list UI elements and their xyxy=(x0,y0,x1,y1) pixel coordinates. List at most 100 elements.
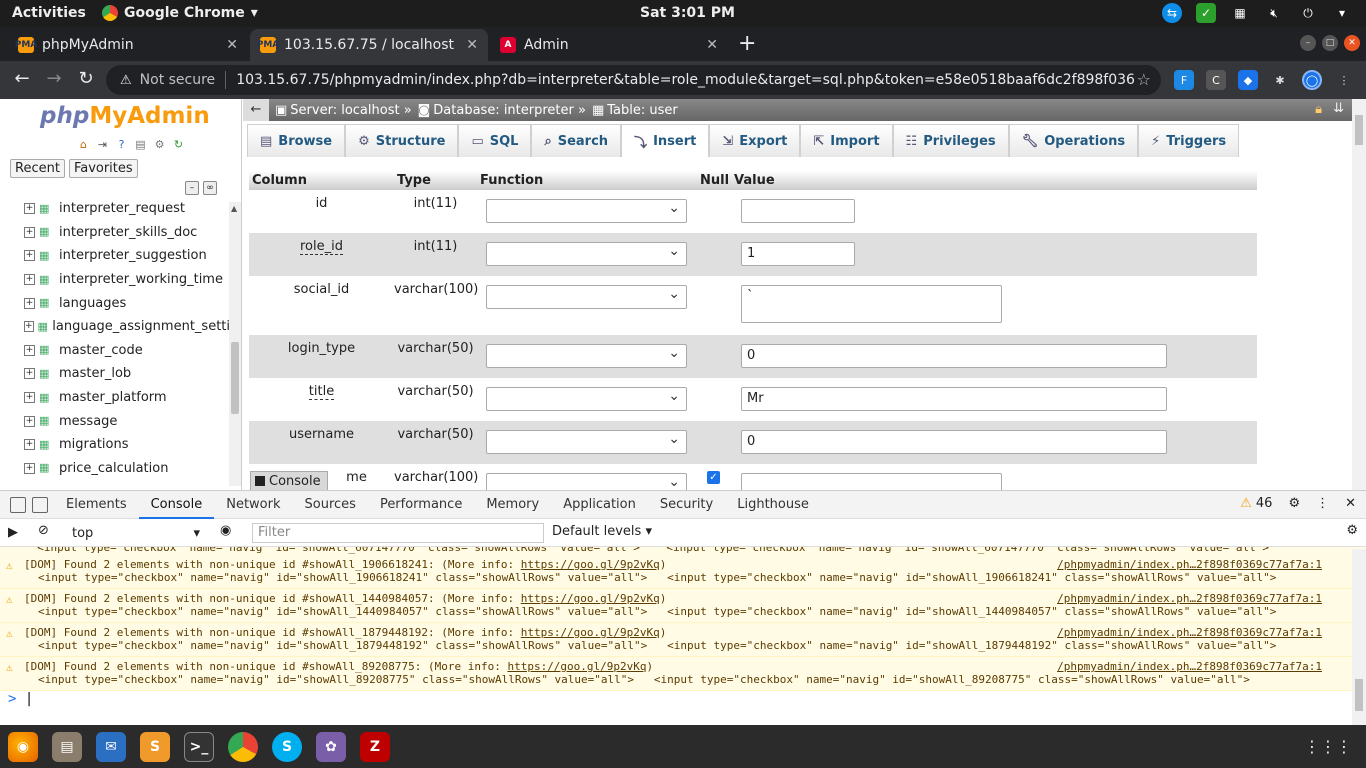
settings-icon[interactable]: ⚙ xyxy=(152,137,167,152)
expand-icon[interactable]: + xyxy=(24,226,35,238)
expand-icon[interactable]: + xyxy=(24,462,35,474)
clear-console-icon[interactable]: ⊘ xyxy=(38,523,49,538)
devtools-tab-application[interactable]: Application xyxy=(551,491,648,519)
page-scrollbar[interactable] xyxy=(1352,99,1366,490)
tree-item[interactable]: + ▦ interpreter_suggestion xyxy=(24,244,230,268)
console-prompt[interactable]: > | xyxy=(0,691,1366,715)
tree-item-label[interactable]: master_platform xyxy=(59,390,167,405)
breadcrumb-database[interactable]: Database: interpreter » xyxy=(433,103,586,118)
scroll-thumb[interactable] xyxy=(231,342,239,414)
address-bar[interactable]: ⚠ Not secure 103.15.67.75/phpmyadmin/ind… xyxy=(106,65,1161,95)
skype-icon[interactable]: S xyxy=(272,732,302,762)
tab-operations[interactable]: 🔧︎ Operations xyxy=(1008,124,1139,157)
collapse-all-icon[interactable]: – xyxy=(185,181,199,195)
logout-icon[interactable]: ⇥ xyxy=(95,137,110,152)
close-icon[interactable]: ✕ xyxy=(706,37,718,53)
console-message[interactable]: ⚠ [DOM] Found 2 elements with non-unique… xyxy=(0,589,1366,623)
expand-icon[interactable]: + xyxy=(24,250,35,262)
menu-icon[interactable]: ⋮ xyxy=(1334,70,1354,90)
chrome-icon[interactable] xyxy=(228,732,258,762)
collapse-nav-icon[interactable]: ← xyxy=(243,99,269,121)
tree-item-label[interactable]: languages xyxy=(59,296,126,311)
tree-item-label[interactable]: interpreter_working_time xyxy=(59,272,223,287)
tab-active-table[interactable]: PMA 103.15.67.75 / localhost / i ✕ xyxy=(250,29,488,61)
tree-item[interactable]: + ▦ master_lob xyxy=(24,362,230,386)
breadcrumb-table[interactable]: Table: user xyxy=(607,103,677,118)
close-icon[interactable]: ✕ xyxy=(1345,496,1356,511)
tree-item[interactable]: + ▦ master_code xyxy=(24,339,230,363)
console-scrollbar[interactable] xyxy=(1352,549,1366,725)
filter-input[interactable]: Filter xyxy=(252,523,544,543)
network-icon[interactable]: ▦ xyxy=(1230,3,1250,23)
function-select[interactable] xyxy=(486,285,687,309)
message-source-link[interactable]: /phpmyadmin/index.ph…2f898f0369c77af7a:1 xyxy=(1057,558,1322,571)
help-icon[interactable]: ? xyxy=(114,137,129,152)
more-icon[interactable]: ⋮ xyxy=(1316,496,1329,511)
star-icon[interactable]: ☆ xyxy=(1137,70,1151,89)
tree-item-label[interactable]: interpreter_suggestion xyxy=(59,248,207,263)
puzzle-icon[interactable]: ✱ xyxy=(1270,70,1290,90)
pma-console-button[interactable]: Console xyxy=(250,471,328,491)
tree-item[interactable]: + ▦ message xyxy=(24,409,230,433)
inspect-icon[interactable] xyxy=(10,496,26,513)
sublime-icon[interactable]: S xyxy=(140,732,170,762)
clock[interactable]: Sat 3:01 PM xyxy=(640,5,735,21)
tree-item-label[interactable]: message xyxy=(59,414,117,429)
devtools-tab-security[interactable]: Security xyxy=(648,491,725,519)
link-icon[interactable]: ∞ xyxy=(203,181,217,195)
expand-icon[interactable]: + xyxy=(24,321,34,333)
filezilla-icon[interactable]: Z xyxy=(360,732,390,762)
pidgin-icon[interactable]: ✿ xyxy=(316,732,346,762)
message-link[interactable]: https://goo.gl/9p2vKq xyxy=(507,660,646,673)
console-message[interactable]: ⚠ [DOM] Found 2 elements with non-unique… xyxy=(0,657,1366,691)
value-input[interactable] xyxy=(741,199,855,223)
extension-icon[interactable]: F xyxy=(1174,70,1194,90)
tab-structure[interactable]: ⚙ Structure xyxy=(345,124,459,157)
devtools-tab-console[interactable]: Console xyxy=(138,491,215,519)
extension-icon[interactable]: C xyxy=(1206,70,1226,90)
tab-triggers[interactable]: ⚡︎ Triggers xyxy=(1138,124,1240,157)
show-apps-icon[interactable]: ⋮⋮⋮ xyxy=(1304,737,1352,756)
tab-browse[interactable]: ▤ Browse xyxy=(247,124,346,157)
docs-icon[interactable]: ▤ xyxy=(133,137,148,152)
tree-item[interactable]: + ▦ migrations xyxy=(24,433,230,457)
favorites-button[interactable]: Favorites xyxy=(68,159,138,178)
levels-dropdown[interactable]: Default levels ▾ xyxy=(552,524,652,539)
gear-icon[interactable]: ⚙ xyxy=(1346,523,1358,538)
tree-item-label[interactable]: master_lob xyxy=(59,366,131,381)
expand-icon[interactable]: + xyxy=(24,203,35,215)
message-source-link[interactable]: /phpmyadmin/index.ph…2f898f0369c77af7a:1 xyxy=(1057,660,1322,673)
update-icon[interactable]: ✓ xyxy=(1196,3,1216,23)
devtools-tab-elements[interactable]: Elements xyxy=(54,491,139,519)
close-window-icon[interactable]: ✕ xyxy=(1344,35,1360,51)
tree-item[interactable]: + ▦ languages xyxy=(24,291,230,315)
message-link[interactable]: https://goo.gl/9p2vKq xyxy=(521,592,660,605)
warnings-badge[interactable]: ⚠ 46 xyxy=(1240,496,1272,511)
console-message[interactable]: ⚠ [DOM] Found 2 elements with non-unique… xyxy=(0,623,1366,657)
device-toolbar-icon[interactable] xyxy=(32,496,48,513)
expand-icon[interactable]: + xyxy=(24,392,35,404)
security-label[interactable]: Not secure xyxy=(140,72,216,88)
reload-icon[interactable]: ↻ xyxy=(74,68,98,89)
tab-export[interactable]: ⇲ Export xyxy=(709,124,801,157)
maximize-icon[interactable]: □ xyxy=(1322,35,1338,51)
teamviewer-icon[interactable]: ⇆ xyxy=(1162,3,1182,23)
chevron-down-icon[interactable]: ▾ xyxy=(1332,3,1352,23)
expand-icon[interactable]: + xyxy=(24,439,35,451)
back-icon[interactable]: ← xyxy=(10,68,34,89)
nav-scrollbar[interactable]: ▲ xyxy=(229,202,241,486)
tree-item[interactable]: + ▦ price_calculation xyxy=(24,457,230,481)
tree-item[interactable]: + ▦ interpreter_request xyxy=(24,197,230,221)
context-select[interactable]: top ▾ xyxy=(66,523,206,543)
minimize-icon[interactable]: ⇊ xyxy=(1333,101,1344,116)
sidebar-toggle-icon[interactable]: ▶︎ xyxy=(8,525,18,540)
null-checkbox[interactable]: ✓ xyxy=(707,471,720,484)
devtools-tab-network[interactable]: Network xyxy=(214,491,292,519)
tab-privileges[interactable]: ☷ Privileges xyxy=(892,124,1009,157)
forward-icon[interactable]: → xyxy=(42,68,66,89)
expand-icon[interactable]: + xyxy=(24,344,35,356)
devtools-tab-lighthouse[interactable]: Lighthouse xyxy=(725,491,821,519)
new-tab-button[interactable]: + xyxy=(738,31,756,56)
tab-insert[interactable]: ⤵ Insert xyxy=(621,124,710,157)
console-message[interactable]: ⚠ [DOM] Found 2 elements with non-unique… xyxy=(0,555,1366,589)
